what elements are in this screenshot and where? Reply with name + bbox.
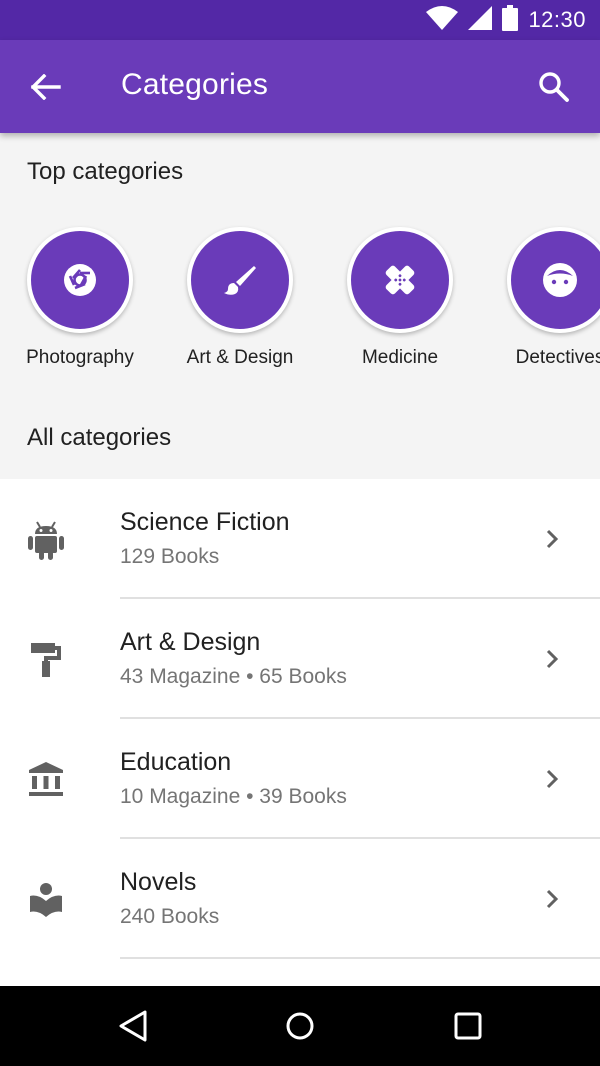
android-icon — [28, 521, 64, 560]
nav-recents-button[interactable] — [448, 1006, 488, 1046]
nav-recents-icon — [454, 1012, 482, 1040]
arrow-back-icon — [31, 74, 61, 100]
list-item-science-fiction[interactable]: Science Fiction 129 Books — [0, 479, 600, 599]
top-category-photography[interactable]: Photography — [0, 227, 160, 377]
app-bar: Categories — [0, 40, 600, 133]
list-item-art-design[interactable]: Art & Design 43 Magazine • 65 Books — [0, 599, 600, 719]
paint-roller-icon — [31, 643, 61, 677]
all-categories-heading: All categories — [27, 424, 172, 451]
list-item-education[interactable]: Education 10 Magazine • 39 Books — [0, 719, 600, 839]
page-title: Categories — [121, 68, 269, 101]
divider — [120, 957, 600, 959]
back-button[interactable] — [26, 67, 66, 107]
nav-home-button[interactable] — [280, 1006, 320, 1046]
wifi-icon — [426, 5, 459, 35]
chevron-right-icon — [546, 889, 559, 909]
nav-home-icon — [286, 1012, 314, 1040]
chevron-right-icon — [546, 649, 559, 669]
category-name: Art & Design — [120, 628, 261, 656]
top-categories-heading: Top categories — [27, 158, 184, 185]
category-count: 43 Magazine • 65 Books — [120, 665, 347, 688]
category-name: Novels — [120, 868, 197, 896]
search-button[interactable] — [534, 67, 574, 107]
face-icon — [543, 263, 577, 297]
top-category-detectives[interactable]: Detectives — [480, 227, 600, 377]
status-time: 12:30 — [528, 7, 586, 32]
search-icon — [539, 72, 569, 102]
list-item-novels[interactable]: Novels 240 Books — [0, 839, 600, 959]
category-count: 240 Books — [120, 905, 220, 928]
category-list: Science Fiction 129 Books Art & Design 4… — [0, 479, 600, 986]
category-name: Education — [120, 748, 232, 776]
top-category-label: Medicine — [361, 347, 439, 368]
brush-icon — [224, 266, 256, 295]
chevron-right-icon — [546, 769, 559, 789]
bandage-icon — [385, 265, 415, 295]
nav-back-icon — [119, 1010, 147, 1042]
camera-aperture-icon — [64, 264, 96, 296]
battery-icon — [502, 4, 519, 36]
top-category-medicine[interactable]: Medicine — [320, 227, 480, 377]
bank-icon — [29, 762, 63, 796]
system-nav-bar — [0, 986, 600, 1066]
category-name: Science Fiction — [120, 508, 290, 536]
top-category-label: Photography — [26, 347, 134, 368]
book-reader-icon — [30, 883, 62, 917]
signal-icon — [468, 5, 493, 35]
chevron-right-icon — [546, 529, 559, 549]
top-category-art-design[interactable]: Art & Design — [160, 227, 320, 377]
top-category-label: Art & Design — [186, 347, 294, 368]
nav-back-button[interactable] — [113, 1006, 153, 1046]
category-count: 10 Magazine • 39 Books — [120, 785, 347, 808]
top-category-label: Detectives — [515, 347, 600, 368]
category-count: 129 Books — [120, 545, 220, 568]
status-bar: 12:30 — [0, 0, 600, 40]
